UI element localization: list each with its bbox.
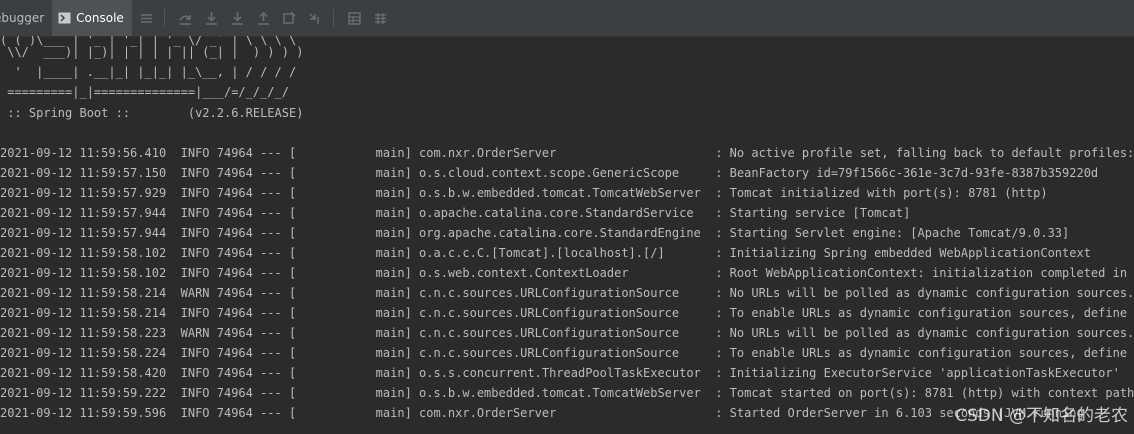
log-line: 2021-09-12 11:59:58.224 INFO 74964 --- […	[0, 346, 1134, 360]
tab-debugger-label: ebugger	[0, 11, 45, 25]
step-into-button[interactable]	[201, 7, 223, 29]
console-icon	[58, 12, 71, 24]
log-line: 2021-09-12 11:59:57.944 INFO 74964 --- […	[0, 226, 1070, 240]
toolbar-separator	[163, 9, 165, 27]
menu-icon	[141, 13, 153, 23]
step-into-icon	[206, 11, 218, 25]
evaluate-button[interactable]	[344, 7, 366, 29]
banner-line: ' |____| .__|_| |_|_| |_\__, | / / / /	[0, 65, 297, 79]
log-line: 2021-09-12 11:59:58.214 WARN 74964 --- […	[0, 286, 1134, 300]
step-over-button[interactable]	[175, 7, 197, 29]
step-over-icon	[179, 14, 192, 25]
console-output[interactable]: ( ( )\___ | '_ | '_| | '_ \/ _` | \ \ \ …	[0, 36, 1134, 434]
toolbar-separator	[332, 9, 334, 27]
tab-console[interactable]: Console	[52, 0, 132, 36]
console-toolbar: ebugger Console	[0, 0, 1134, 37]
log-line: 2021-09-12 11:59:58.420 INFO 74964 --- […	[0, 366, 1120, 380]
log-line: 2021-09-12 11:59:58.102 INFO 74964 --- […	[0, 246, 1091, 260]
menu-button[interactable]	[136, 7, 158, 29]
log-line: 2021-09-12 11:59:58.102 INFO 74964 --- […	[0, 266, 1134, 280]
log-line: 2021-09-12 11:59:57.944 INFO 74964 --- […	[0, 206, 911, 220]
force-step-into-button[interactable]	[227, 7, 249, 29]
log-line: 2021-09-12 11:59:59.222 INFO 74964 --- […	[0, 386, 1134, 400]
banner-line: \\/ ___)| |_)| | | | | || (_| | ) ) ) )	[0, 45, 304, 59]
trace-icon	[375, 12, 387, 24]
log-line: 2021-09-12 11:59:57.929 INFO 74964 --- […	[0, 186, 1048, 200]
drop-frame-icon	[283, 11, 296, 24]
trace-button[interactable]	[370, 7, 392, 29]
run-to-cursor-button[interactable]	[305, 7, 327, 29]
step-out-icon	[258, 11, 270, 25]
log-line: 2021-09-12 11:59:57.150 INFO 74964 --- […	[0, 166, 1099, 180]
log-line: 2021-09-12 11:59:59.596 INFO 74964 --- […	[0, 406, 1084, 420]
evaluate-icon	[348, 11, 361, 25]
drop-frame-button[interactable]	[279, 7, 301, 29]
step-out-button[interactable]	[253, 7, 275, 29]
watermark: CSDN @不知名的老农	[955, 406, 1128, 426]
banner-line: =========|_|==============|___/=/_/_/_/	[0, 85, 289, 99]
log-line: 2021-09-12 11:59:56.410 INFO 74964 --- […	[0, 146, 1134, 160]
banner-line: :: Spring Boot :: (v2.2.6.RELEASE)	[0, 106, 304, 120]
log-line: 2021-09-12 11:59:58.214 INFO 74964 --- […	[0, 306, 1134, 320]
tab-console-label: Console	[76, 11, 124, 25]
tab-debugger[interactable]: ebugger	[0, 0, 52, 36]
run-to-cursor-icon	[309, 13, 319, 24]
log-line: 2021-09-12 11:59:58.223 WARN 74964 --- […	[0, 326, 1134, 340]
force-step-into-icon	[232, 11, 244, 25]
